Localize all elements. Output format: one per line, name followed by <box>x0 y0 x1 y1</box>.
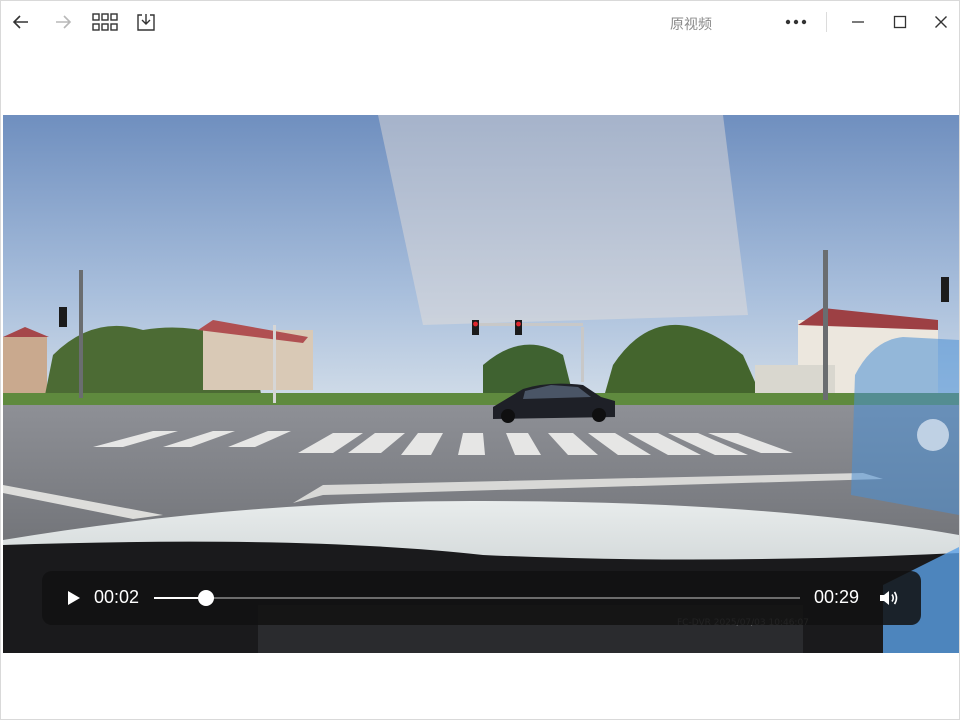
seek-bar[interactable] <box>154 590 800 606</box>
playback-controls: 00:02 00:29 <box>42 571 921 625</box>
more-button[interactable] <box>776 1 816 43</box>
seek-bar-thumb[interactable] <box>197 590 214 606</box>
play-button[interactable] <box>62 586 86 610</box>
app-window: 原视频 00:02 00:29 <box>0 0 960 720</box>
video-player[interactable]: FC-DVR 2025/07/03 10:46:07 00:02 00:29 <box>3 115 959 653</box>
current-time: 00:02 <box>94 587 140 607</box>
back-button[interactable] <box>1 1 41 43</box>
building-left <box>3 337 47 397</box>
arrow-left-icon <box>12 15 28 29</box>
maximize-icon <box>893 15 907 29</box>
forward-button[interactable] <box>43 1 83 43</box>
volume-button[interactable] <box>878 587 900 609</box>
close-button[interactable] <box>921 1 960 43</box>
play-icon <box>68 591 80 605</box>
close-icon <box>935 16 947 28</box>
window-title: 原视频 <box>670 16 712 32</box>
minimize-icon <box>852 21 864 23</box>
maximize-button[interactable] <box>880 1 920 43</box>
download-icon <box>137 14 155 31</box>
arrow-right-icon <box>56 15 72 29</box>
minimize-button[interactable] <box>838 1 878 43</box>
download-button[interactable] <box>126 1 166 43</box>
more-horizontal-icon <box>785 19 807 25</box>
volume-icon <box>880 591 898 605</box>
title-bar: 原视频 <box>1 1 959 43</box>
duration: 00:29 <box>814 587 860 607</box>
grid-icon <box>92 13 118 31</box>
windshield-reflection <box>378 115 748 325</box>
grid-view-button[interactable] <box>85 1 125 43</box>
titlebar-divider <box>826 12 827 32</box>
